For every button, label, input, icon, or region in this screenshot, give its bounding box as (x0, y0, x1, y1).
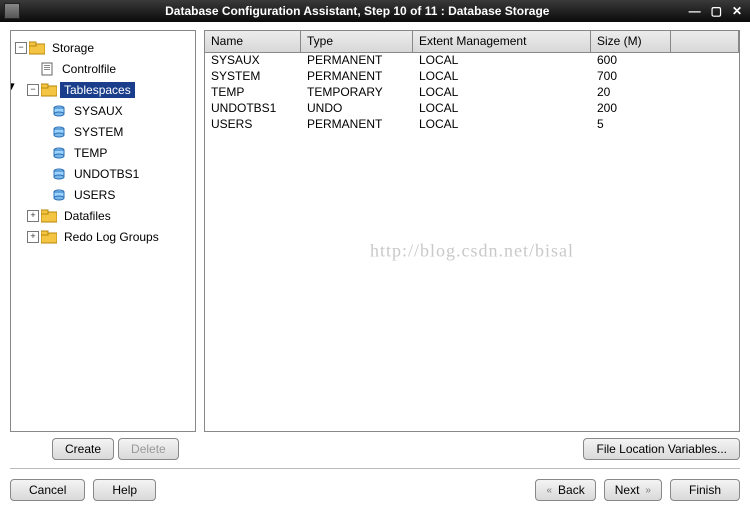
plus-icon[interactable]: + (27, 210, 39, 222)
chevron-left-icon: « (546, 485, 552, 496)
tablespace-icon (51, 187, 67, 203)
cell-extent: LOCAL (413, 85, 591, 101)
tree-label: Storage (48, 40, 98, 56)
delete-button[interactable]: Delete (118, 438, 179, 460)
next-button[interactable]: Next » (604, 479, 662, 501)
th-type[interactable]: Type (301, 31, 413, 52)
cell-extent: LOCAL (413, 53, 591, 69)
tree-label: Controlfile (58, 61, 120, 77)
back-label: Back (558, 483, 585, 497)
table-row[interactable]: TEMPTEMPORARYLOCAL20 (205, 85, 739, 101)
cell-extent: LOCAL (413, 101, 591, 117)
tree-label: UNDOTBS1 (70, 166, 143, 182)
th-extent[interactable]: Extent Management (413, 31, 591, 52)
folder-icon (41, 229, 57, 245)
tree-label: TEMP (70, 145, 111, 161)
table-pane: Name Type Extent Management Size (M) SYS… (204, 30, 740, 432)
cell-name: TEMP (205, 85, 301, 101)
tree-label: USERS (70, 187, 119, 203)
cell-size: 5 (591, 117, 671, 133)
tablespace-icon (51, 166, 67, 182)
cell-size: 600 (591, 53, 671, 69)
tree-pane: − Storage Controlfile − Tablespaces SYSA (10, 30, 196, 432)
minus-icon[interactable]: − (27, 84, 39, 96)
cell-type: TEMPORARY (301, 85, 413, 101)
action-row: Create Delete File Location Variables... (0, 432, 750, 462)
tree-node-controlfile[interactable]: Controlfile (13, 58, 193, 79)
cell-size: 700 (591, 69, 671, 85)
folder-icon (29, 40, 45, 56)
tablespace-icon (51, 145, 67, 161)
cell-extent: LOCAL (413, 69, 591, 85)
app-icon (4, 3, 20, 19)
close-icon[interactable]: ✕ (732, 4, 742, 18)
th-name[interactable]: Name (205, 31, 301, 52)
cell-type: UNDO (301, 101, 413, 117)
tree-label: SYSTEM (70, 124, 127, 140)
tree-node-child[interactable]: SYSTEM (13, 121, 193, 142)
cell-type: PERMANENT (301, 117, 413, 133)
tree-node-child[interactable]: USERS (13, 184, 193, 205)
table-row[interactable]: USERSPERMANENTLOCAL5 (205, 117, 739, 133)
plus-icon[interactable]: + (27, 231, 39, 243)
cell-name: SYSTEM (205, 69, 301, 85)
cell-name: USERS (205, 117, 301, 133)
tree-node-datafiles[interactable]: + Datafiles (13, 205, 193, 226)
maximize-icon[interactable]: ▢ (711, 4, 722, 18)
window-title: Database Configuration Assistant, Step 1… (26, 4, 689, 18)
tree-node-child[interactable]: SYSAUX (13, 100, 193, 121)
next-label: Next (615, 483, 640, 497)
table-row[interactable]: UNDOTBS1UNDOLOCAL200 (205, 101, 739, 117)
chevron-right-icon: » (645, 485, 651, 496)
help-button[interactable]: Help (93, 479, 156, 501)
nav-row: Cancel Help « Back Next » Finish (0, 475, 750, 509)
back-button[interactable]: « Back (535, 479, 595, 501)
table-row[interactable]: SYSAUXPERMANENTLOCAL600 (205, 53, 739, 69)
cell-name: SYSAUX (205, 53, 301, 69)
tree-node-tablespaces[interactable]: − Tablespaces (13, 79, 193, 100)
tablespace-icon (51, 103, 67, 119)
separator (10, 468, 740, 469)
tree-label: SYSAUX (70, 103, 127, 119)
th-rest (671, 31, 739, 52)
minimize-icon[interactable]: — (689, 4, 701, 18)
titlebar: Database Configuration Assistant, Step 1… (0, 0, 750, 22)
watermark-text: http://blog.csdn.net/bisal (370, 241, 574, 262)
cell-extent: LOCAL (413, 117, 591, 133)
folder-icon (41, 82, 57, 98)
tree-label: Tablespaces (60, 82, 135, 98)
table-header: Name Type Extent Management Size (M) (205, 31, 739, 53)
cell-name: UNDOTBS1 (205, 101, 301, 117)
tree-label: Redo Log Groups (60, 229, 163, 245)
folder-icon (41, 208, 57, 224)
tree-node-redolog[interactable]: + Redo Log Groups (13, 226, 193, 247)
minus-icon[interactable]: − (15, 42, 27, 54)
file-location-variables-button[interactable]: File Location Variables... (583, 438, 740, 460)
tree-node-child[interactable]: UNDOTBS1 (13, 163, 193, 184)
create-button[interactable]: Create (52, 438, 114, 460)
table-row[interactable]: SYSTEMPERMANENTLOCAL700 (205, 69, 739, 85)
tablespace-icon (51, 124, 67, 140)
cell-size: 200 (591, 101, 671, 117)
th-size[interactable]: Size (M) (591, 31, 671, 52)
table-body: SYSAUXPERMANENTLOCAL600SYSTEMPERMANENTLO… (205, 53, 739, 133)
cell-type: PERMANENT (301, 53, 413, 69)
control-file-icon (39, 61, 55, 77)
cell-size: 20 (591, 85, 671, 101)
finish-button[interactable]: Finish (670, 479, 740, 501)
tree-node-storage[interactable]: − Storage (13, 37, 193, 58)
cancel-button[interactable]: Cancel (10, 479, 85, 501)
tree-node-child[interactable]: TEMP (13, 142, 193, 163)
cell-type: PERMANENT (301, 69, 413, 85)
tree-label: Datafiles (60, 208, 115, 224)
main-content: − Storage Controlfile − Tablespaces SYSA (0, 22, 750, 432)
